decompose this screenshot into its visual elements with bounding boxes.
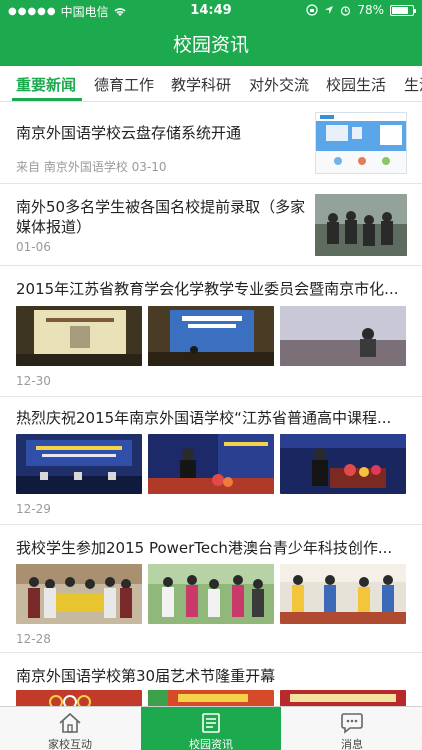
tab-external-exchange[interactable]: 对外交流 bbox=[249, 74, 309, 95]
news-thumbnail bbox=[16, 564, 142, 624]
news-title: 南外50多名学生被各国名校提前录取（多家媒体报道） bbox=[16, 198, 306, 236]
news-item[interactable]: 2015年江苏省教育学会化学教学专业委员会暨南京市化... 12-30 bbox=[0, 266, 422, 397]
chat-icon bbox=[341, 713, 363, 734]
alarm-icon bbox=[341, 5, 351, 16]
news-item[interactable]: 我校学生参加2015 PowerTech港澳台青少年科技创作... 12-28 bbox=[0, 525, 422, 653]
lock-rotation-icon bbox=[306, 4, 318, 16]
bottom-tab-bar: 家校互动 校园资讯 消息 bbox=[0, 706, 422, 750]
tab-active-indicator bbox=[12, 98, 82, 101]
app-header: ●●●●● 中国电信 14:49 78% 校园资讯 bbox=[0, 0, 422, 66]
tab-teaching-research[interactable]: 教学科研 bbox=[171, 74, 231, 95]
news-title: 南京外国语学校第30届艺术节隆重开幕 bbox=[16, 667, 276, 685]
news-thumbnail bbox=[16, 690, 142, 706]
page-title: 校园资讯 bbox=[172, 34, 249, 56]
home-icon bbox=[59, 712, 81, 733]
news-meta: 12-28 bbox=[16, 632, 51, 646]
news-meta: 来自 南京外国语学校 03-10 bbox=[16, 160, 167, 174]
news-title: 2015年江苏省教育学会化学教学专业委员会暨南京市化... bbox=[16, 280, 399, 298]
news-item[interactable]: 南外50多名学生被各国名校提前录取（多家媒体报道） 01-06 bbox=[0, 184, 422, 266]
tab-label: 校园资讯 bbox=[189, 738, 233, 750]
tab-important-news[interactable]: 重要新闻 bbox=[16, 74, 76, 95]
news-meta: 12-30 bbox=[16, 374, 51, 388]
news-thumbnail bbox=[148, 690, 274, 706]
news-thumbnail bbox=[280, 690, 406, 706]
news-item[interactable]: 热烈庆祝2015年南京外国语学校“江苏省普通高中课程... 12-29 bbox=[0, 397, 422, 525]
news-thumbnail bbox=[280, 564, 406, 624]
tab-moral-education[interactable]: 德育工作 bbox=[94, 74, 154, 95]
news-thumbnail bbox=[148, 564, 274, 624]
news-meta: 01-06 bbox=[16, 240, 51, 254]
location-icon bbox=[325, 6, 334, 14]
news-thumbnail bbox=[280, 434, 406, 494]
tab-home-school[interactable]: 家校互动 bbox=[0, 707, 140, 750]
news-meta: 12-29 bbox=[16, 502, 51, 516]
news-feed[interactable]: 南京外国语学校云盘存储系统开通 来自 南京外国语学校 03-10 南外50多名学… bbox=[0, 102, 422, 706]
battery-percent: 78% bbox=[357, 3, 384, 17]
tab-campus-life[interactable]: 校园生活 bbox=[326, 74, 386, 95]
tab-life[interactable]: 生活 bbox=[404, 74, 422, 95]
news-thumbnail bbox=[148, 434, 274, 494]
battery-icon bbox=[390, 4, 416, 16]
news-title: 我校学生参加2015 PowerTech港澳台青少年科技创作... bbox=[16, 539, 393, 557]
tab-campus-news[interactable]: 校园资讯 bbox=[141, 707, 281, 750]
category-tabs: 重要新闻 德育工作 教学科研 对外交流 校园生活 生活 bbox=[0, 66, 422, 102]
status-bar: ●●●●● 中国电信 14:49 78% bbox=[0, 0, 422, 22]
news-item[interactable]: 南京外国语学校云盘存储系统开通 来自 南京外国语学校 03-10 bbox=[0, 102, 422, 184]
tab-label: 家校互动 bbox=[48, 738, 92, 750]
news-thumbnail bbox=[315, 112, 407, 174]
news-item[interactable]: 南京外国语学校第30届艺术节隆重开幕 bbox=[0, 653, 422, 706]
news-title: 热烈庆祝2015年南京外国语学校“江苏省普通高中课程... bbox=[16, 409, 392, 427]
tab-messages[interactable]: 消息 bbox=[282, 707, 422, 750]
news-thumbnail bbox=[16, 306, 142, 366]
news-thumbnail bbox=[280, 306, 406, 366]
news-thumbnail bbox=[148, 306, 274, 366]
battery-fill bbox=[392, 6, 408, 14]
news-thumbnail bbox=[16, 434, 142, 494]
news-icon bbox=[202, 713, 220, 733]
news-thumbnail bbox=[315, 194, 407, 256]
news-title: 南京外国语学校云盘存储系统开通 bbox=[16, 124, 242, 142]
tab-label: 消息 bbox=[341, 738, 363, 750]
